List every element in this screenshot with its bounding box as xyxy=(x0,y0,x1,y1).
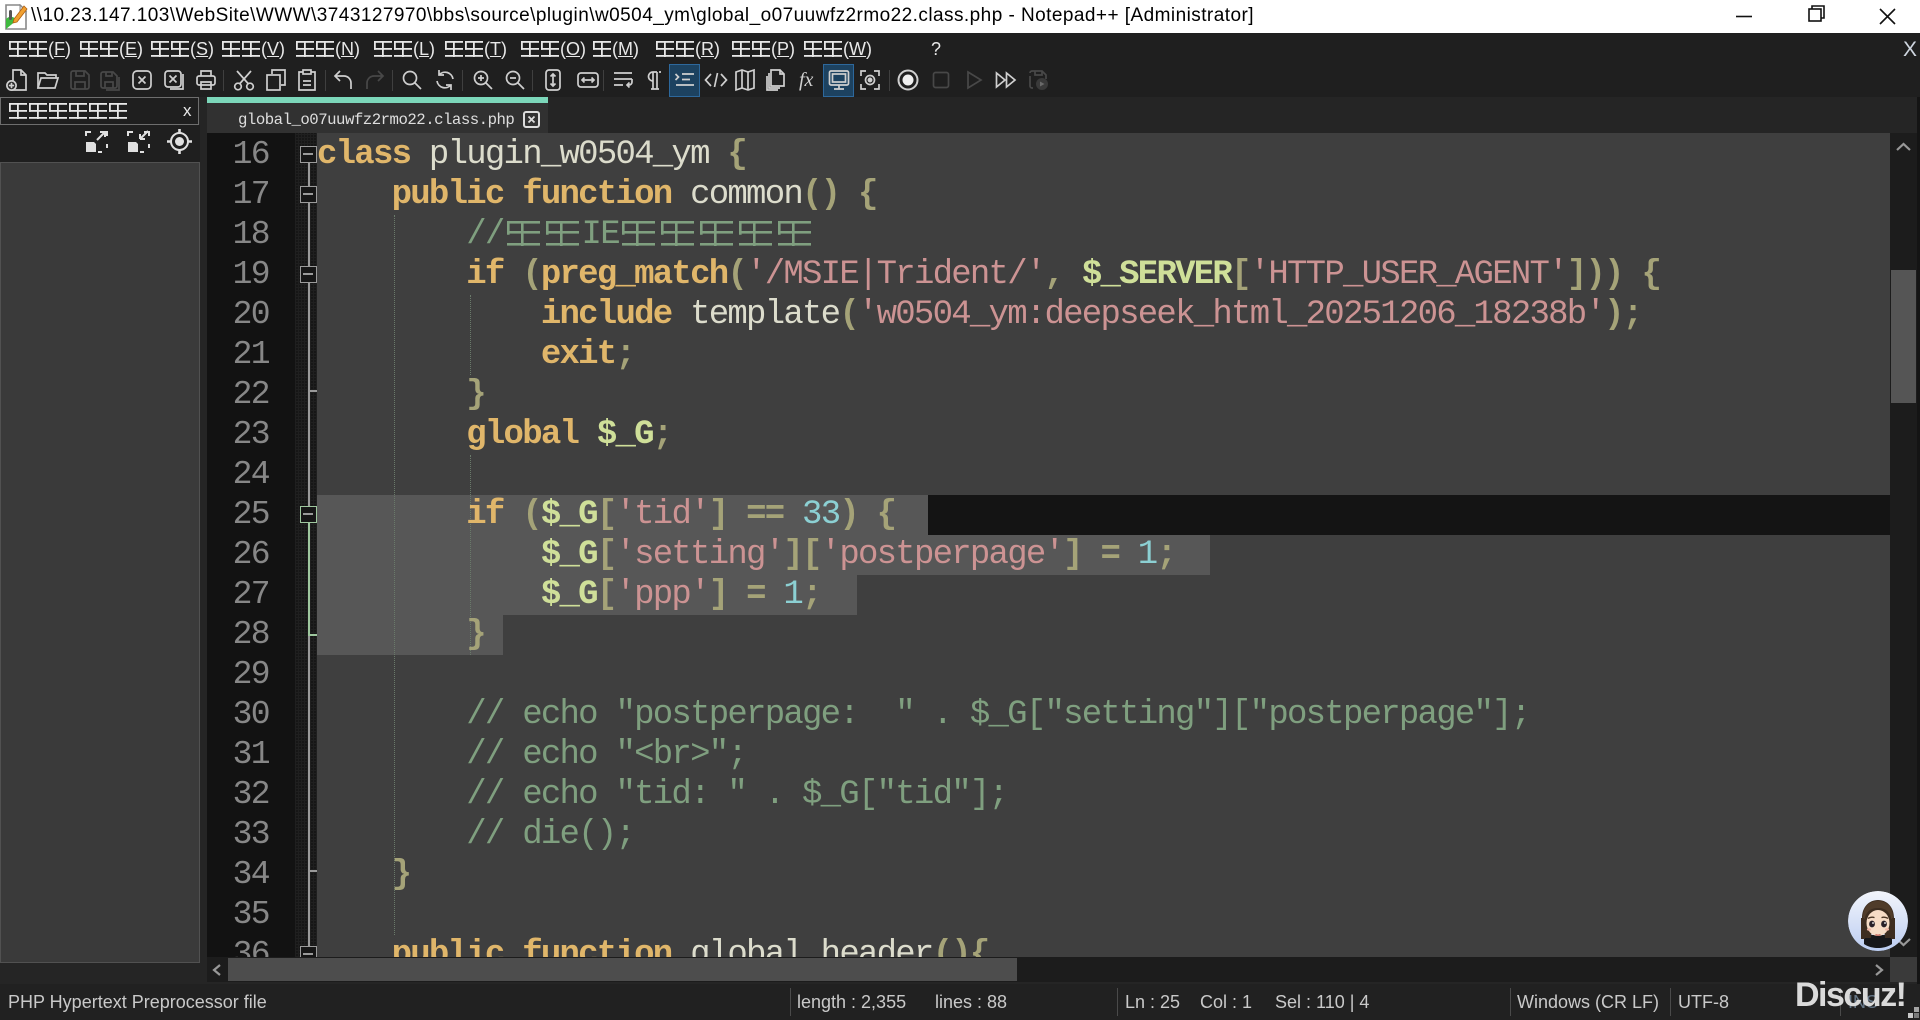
svg-text:fx: fx xyxy=(799,69,814,91)
